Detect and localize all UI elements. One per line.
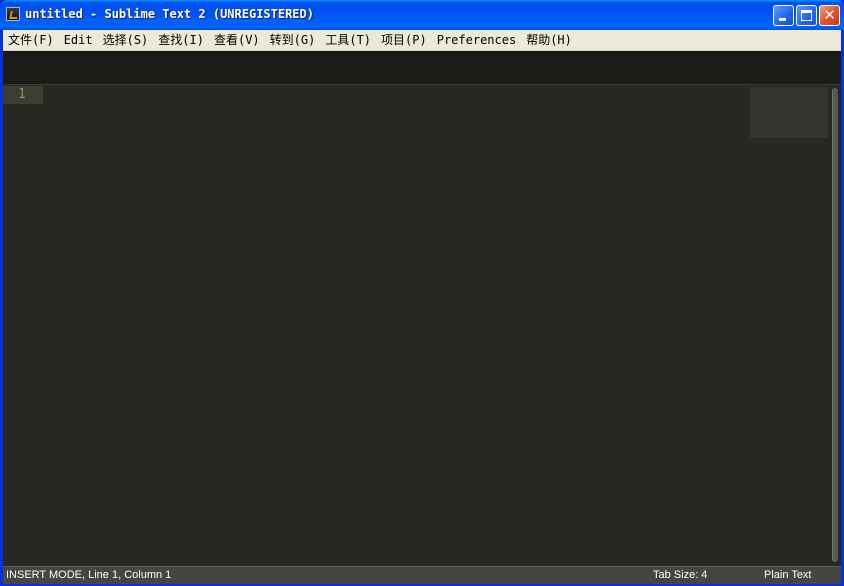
maximize-icon — [801, 10, 812, 21]
menu-selection[interactable]: 选择(S) — [98, 30, 154, 50]
minimize-icon — [779, 18, 786, 21]
status-mode-position: INSERT MODE, Line 1, Column 1 — [6, 569, 172, 581]
menu-file[interactable]: 文件(F) — [3, 30, 59, 50]
vertical-scrollbar[interactable] — [829, 85, 841, 566]
menu-view[interactable]: 查看(V) — [209, 30, 265, 50]
status-syntax[interactable]: Plain Text — [764, 569, 812, 581]
title-bar[interactable]: untitled - Sublime Text 2 (UNREGISTERED)… — [0, 0, 844, 30]
maximize-button[interactable] — [796, 5, 817, 26]
tab-bar[interactable] — [3, 51, 841, 85]
close-icon: ✕ — [823, 6, 836, 24]
menu-tools[interactable]: 工具(T) — [320, 30, 376, 50]
menu-preferences[interactable]: Preferences — [432, 30, 521, 50]
window-title: untitled - Sublime Text 2 (UNREGISTERED) — [25, 7, 314, 21]
status-tab-size[interactable]: Tab Size: 4 — [653, 569, 707, 581]
status-bar: INSERT MODE, Line 1, Column 1 Tab Size: … — [3, 566, 841, 584]
menu-edit[interactable]: Edit — [59, 30, 98, 50]
close-button[interactable]: ✕ — [819, 5, 840, 26]
menu-help[interactable]: 帮助(H) — [521, 30, 577, 50]
menu-bar: 文件(F) Edit 选择(S) 查找(I) 查看(V) 转到(G) 工具(T)… — [3, 30, 841, 51]
line-number: 1 — [18, 87, 26, 102]
app-window: untitled - Sublime Text 2 (UNREGISTERED)… — [0, 0, 844, 586]
minimap[interactable] — [750, 87, 828, 138]
menu-goto[interactable]: 转到(G) — [265, 30, 321, 50]
scrollbar-thumb[interactable] — [832, 88, 838, 562]
menu-project[interactable]: 项目(P) — [376, 30, 432, 50]
editor-area[interactable]: 1 — [3, 85, 841, 566]
minimize-button[interactable] — [773, 5, 794, 26]
menu-find[interactable]: 查找(I) — [153, 30, 209, 50]
sublime-text-app-icon[interactable] — [6, 7, 20, 21]
